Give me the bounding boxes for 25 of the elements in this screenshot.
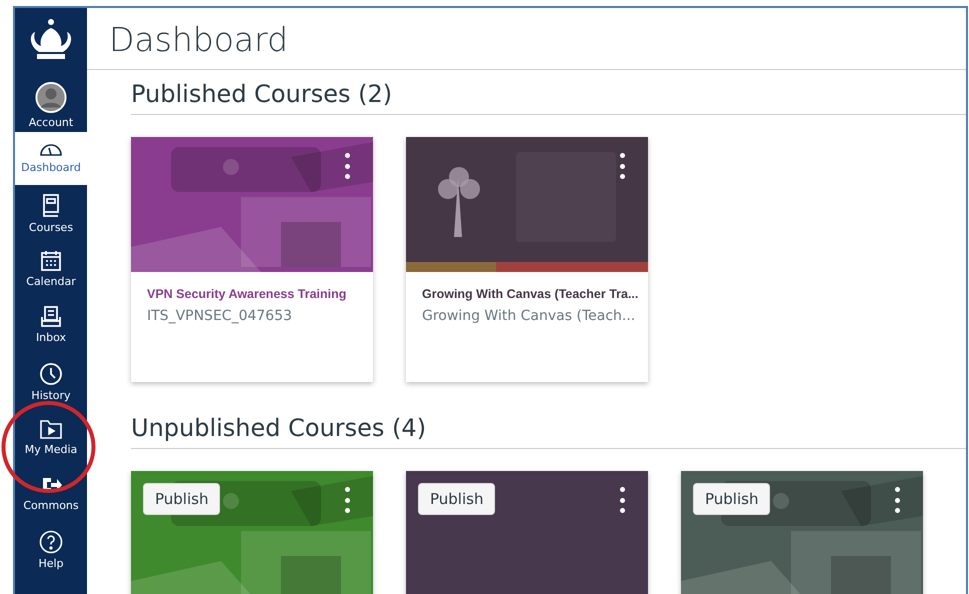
page-title: Dashboard — [87, 8, 966, 70]
publish-button[interactable]: Publish — [418, 483, 496, 515]
nav-item[interactable]: Dashboard — [15, 132, 87, 185]
course-code: ITS_VPNSEC_047653 — [147, 308, 294, 324]
calendar-icon — [40, 250, 62, 272]
clock-icon — [39, 362, 63, 386]
nav-item[interactable]: Courses — [15, 188, 87, 241]
inbox-icon — [40, 306, 62, 328]
help-icon — [39, 530, 63, 554]
publish-button[interactable]: Publish — [693, 483, 770, 515]
avatar-icon — [34, 82, 68, 113]
nav-item[interactable]: Calendar — [15, 244, 87, 297]
section-heading: Unpublished Courses (4) — [131, 414, 966, 449]
nav-item[interactable]: History — [15, 356, 87, 409]
nav-item[interactable]: Inbox — [15, 300, 87, 353]
course-code: Growing With Canvas (Teach... — [422, 308, 632, 324]
nav-item[interactable]: Help — [15, 524, 87, 577]
section-heading: Published Courses (2) — [131, 80, 966, 115]
nav-item[interactable]: Commons — [15, 468, 87, 521]
nav-item[interactable]: Account — [15, 76, 87, 129]
course-title-link[interactable]: Growing With Canvas (Teacher Tra... — [422, 286, 638, 302]
book-icon — [41, 194, 61, 218]
course-title-link[interactable]: VPN Security Awareness Training — [147, 286, 346, 302]
media-folder-icon — [39, 418, 63, 440]
publish-button[interactable]: Publish — [143, 483, 220, 515]
